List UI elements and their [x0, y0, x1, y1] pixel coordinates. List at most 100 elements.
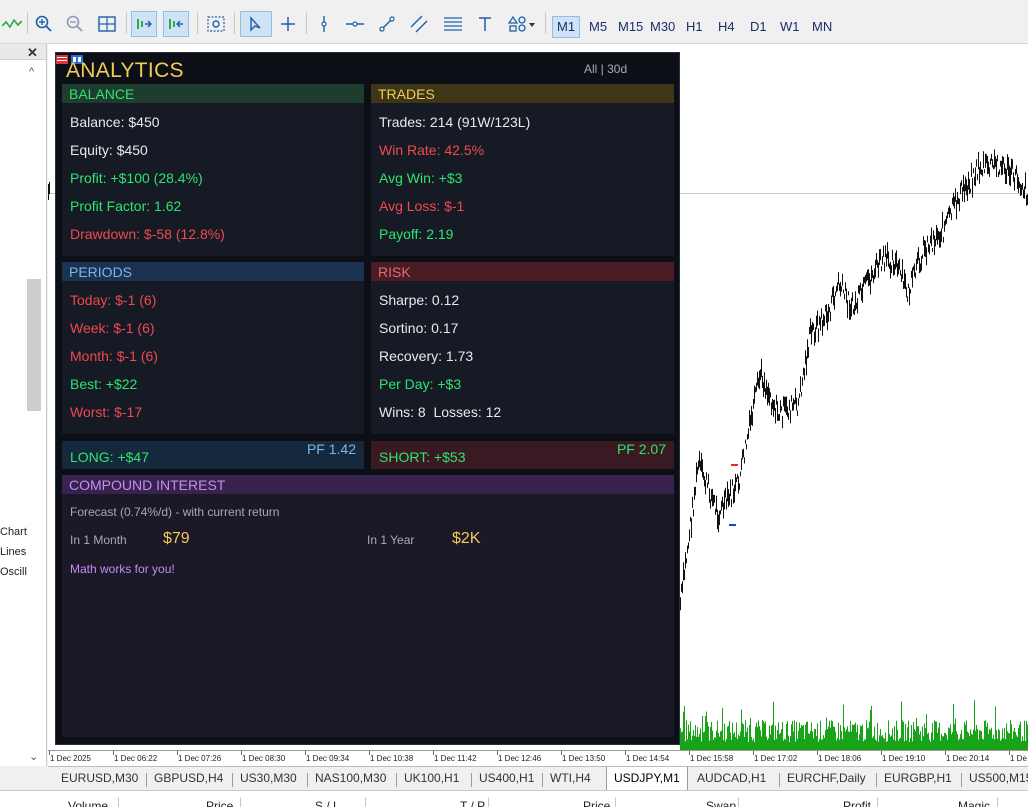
- time-label: 1 Dec 15:58: [690, 754, 734, 763]
- indicator-icon[interactable]: [0, 11, 24, 37]
- analytics-panel: ANALYTICS All | 30d BALANCE Balance: $45…: [55, 52, 680, 745]
- symbol-tab[interactable]: WTI,H4: [550, 771, 591, 785]
- fibonacci-icon[interactable]: [442, 11, 464, 37]
- month-label: In 1 Month: [70, 533, 127, 547]
- column-header[interactable]: Swap: [706, 799, 736, 807]
- recovery-line: Recovery: 1.73: [379, 348, 474, 364]
- column-divider: [997, 797, 998, 807]
- symbol-tab[interactable]: US400,H1: [479, 771, 534, 785]
- timeframe-mn[interactable]: MN: [808, 16, 836, 38]
- symbol-tab[interactable]: UK100,H1: [404, 771, 459, 785]
- shapes-dropdown-icon[interactable]: [505, 11, 539, 37]
- time-label: 1 Dec 2025: [50, 754, 91, 763]
- tab-divider: [779, 773, 780, 787]
- analytics-title: ANALYTICS: [66, 59, 184, 82]
- best-line: Best: +$22: [70, 376, 138, 392]
- tab-divider: [396, 773, 397, 787]
- time-label: 1 Dec 09:34: [306, 754, 350, 763]
- avg-loss-line: Avg Loss: $-1: [379, 198, 465, 214]
- screenshot-icon[interactable]: [204, 11, 228, 37]
- autoscroll-icon[interactable]: [131, 11, 157, 37]
- risk-box: RISK Sharpe: 0.12 Sortino: 0.17 Recovery…: [371, 262, 674, 434]
- column-header[interactable]: Magic: [958, 799, 990, 807]
- symbol-tab[interactable]: NAS100,M30: [315, 771, 386, 785]
- time-axis: 1 Dec 2025 1 Dec 06:22 1 Dec 07:26 1 Dec 08…: [48, 750, 1028, 766]
- zoom-in-icon[interactable]: [33, 11, 55, 37]
- timeframe-d1[interactable]: D1: [746, 16, 771, 38]
- tab-divider: [471, 773, 472, 787]
- period-filter[interactable]: All | 30d: [584, 62, 627, 76]
- column-header[interactable]: Price: [206, 799, 233, 807]
- crosshair-icon[interactable]: [277, 11, 299, 37]
- time-label: 1 Dec 08:30: [242, 754, 286, 763]
- time-label: 1 Dec 06:22: [114, 754, 158, 763]
- sortino-line: Sortino: 0.17: [379, 320, 459, 336]
- profit-factor-line: Profit Factor: 1.62: [70, 198, 182, 214]
- timeframe-m30[interactable]: M30: [646, 16, 679, 38]
- tab-divider: [542, 773, 543, 787]
- navigator-item-lines[interactable]: Lines: [0, 546, 26, 558]
- sharpe-line: Sharpe: 0.12: [379, 292, 460, 308]
- navigator-item-chart[interactable]: Chart: [0, 526, 27, 538]
- timeframe-m5[interactable]: M5: [585, 16, 611, 38]
- per-day-line: Per Day: +$3: [379, 376, 462, 392]
- column-header[interactable]: Profit: [843, 799, 871, 807]
- time-label: 1 Dec 18:06: [818, 754, 862, 763]
- time-label: 1 Dec 14:54: [626, 754, 670, 763]
- timeframe-h4[interactable]: H4: [714, 16, 739, 38]
- column-header[interactable]: S / L: [315, 799, 340, 807]
- text-tool-icon[interactable]: [475, 11, 495, 37]
- column-header[interactable]: T / P: [460, 799, 485, 807]
- timeframe-w1[interactable]: W1: [776, 16, 804, 38]
- timeframe-m15[interactable]: M15: [614, 16, 647, 38]
- column-header[interactable]: Price: [583, 799, 610, 807]
- zoom-out-icon[interactable]: [64, 11, 86, 37]
- timeframe-m1[interactable]: M1: [552, 16, 581, 38]
- vertical-line-icon[interactable]: [314, 11, 334, 37]
- year-label: In 1 Year: [367, 533, 415, 547]
- symbol-tab[interactable]: EURCHF,Daily: [787, 771, 866, 785]
- month-value: $79: [163, 530, 190, 547]
- avg-win-line: Avg Win: +$3: [379, 170, 463, 186]
- time-label: 1 Dec 12:46: [498, 754, 542, 763]
- grid-icon[interactable]: [96, 11, 118, 37]
- tab-divider: [307, 773, 308, 787]
- profit-line: Profit: +$100 (28.4%): [70, 170, 203, 186]
- year-value: $2K: [452, 530, 481, 547]
- symbol-tab[interactable]: US500,M15: [969, 771, 1028, 785]
- navigator-panel: ✕ ^ Chart Lines Oscill ⌄: [0, 44, 47, 766]
- column-divider: [488, 797, 489, 807]
- symbol-tab[interactable]: USDJPY,M1: [606, 767, 688, 790]
- periods-box: PERIODS Today: $-1 (6) Week: $-1 (6) Mon…: [62, 262, 364, 434]
- trendline-icon[interactable]: [376, 11, 398, 37]
- compound-header: COMPOUND INTEREST: [62, 475, 674, 494]
- channel-icon[interactable]: [408, 11, 430, 37]
- chart-toolbar: M1 M5 M15 M30 H1 H4 D1 W1 MN: [0, 0, 1028, 44]
- wins-losses-line: Wins: 8 Losses: 12: [379, 404, 502, 420]
- long-label: LONG: +$47: [70, 449, 149, 465]
- motto-line: Math works for you!: [70, 562, 175, 576]
- navigator-scrollbar[interactable]: [27, 279, 41, 411]
- timeframe-h1[interactable]: H1: [682, 16, 707, 38]
- symbol-tab[interactable]: EURGBP,H1: [884, 771, 952, 785]
- horizontal-line-icon[interactable]: [344, 11, 366, 37]
- scroll-up-icon[interactable]: ^: [29, 66, 34, 78]
- short-pf: PF 2.07: [616, 441, 666, 457]
- column-divider: [615, 797, 616, 807]
- cursor-icon[interactable]: [240, 11, 272, 37]
- scroll-down-icon[interactable]: ⌄: [29, 750, 38, 763]
- symbol-tab[interactable]: GBPUSD,H4: [154, 771, 223, 785]
- balance-box: BALANCE Balance: $450 Equity: $450 Profi…: [62, 84, 364, 256]
- symbol-tab[interactable]: US30,M30: [240, 771, 297, 785]
- periods-header: PERIODS: [62, 262, 364, 281]
- symbol-tab[interactable]: EURUSD,M30: [61, 771, 138, 785]
- symbol-tab[interactable]: AUDCAD,H1: [697, 771, 766, 785]
- chart-shift-icon[interactable]: [163, 11, 189, 37]
- column-header[interactable]: Volume: [68, 799, 108, 807]
- navigator-item-oscill[interactable]: Oscill: [0, 566, 27, 578]
- column-divider: [877, 797, 878, 807]
- close-icon[interactable]: ✕: [27, 45, 38, 61]
- trades-box: TRADES Trades: 214 (91W/123L) Win Rate: …: [371, 84, 674, 256]
- navigator-header: [0, 44, 46, 60]
- risk-header: RISK: [371, 262, 674, 281]
